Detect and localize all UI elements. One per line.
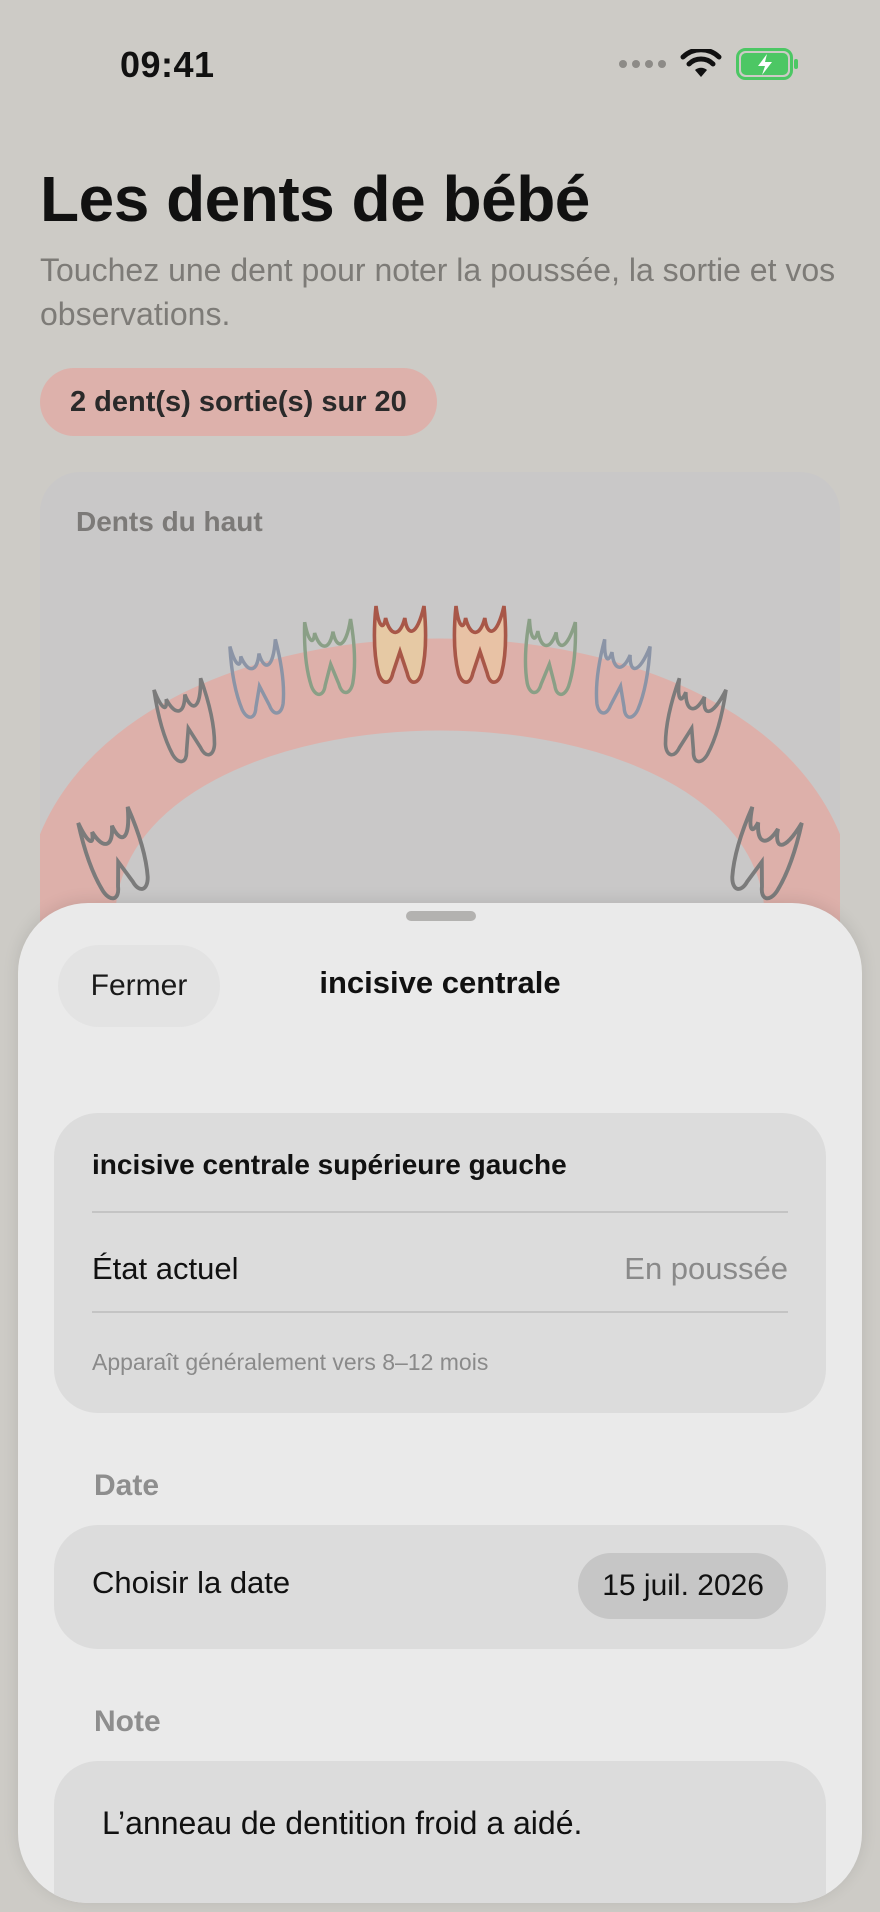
date-row: Choisir la date 15 juil. 2026 [54,1525,826,1649]
close-button[interactable]: Fermer [58,945,220,1027]
eruption-hint: Apparaît généralement vers 8–12 mois [92,1349,489,1375]
state-picker[interactable]: En poussée [624,1251,788,1287]
divider [92,1211,788,1213]
date-section-header: Date [94,1469,160,1502]
note-section-header: Note [94,1705,161,1738]
page-subtitle: Touchez une dent pour noter la poussée, … [40,252,836,332]
date-picker-button[interactable]: 15 juil. 2026 [578,1553,788,1619]
sheet-grabber[interactable] [406,911,476,921]
erupted-count-badge: 2 dent(s) sortie(s) sur 20 [40,368,437,436]
page-title: Les dents de bébé [40,163,590,235]
date-label: Choisir la date [92,1565,291,1600]
divider [92,1311,788,1313]
tooth-full-name: incisive centrale supérieure gauche [92,1149,567,1180]
gum-arch [40,638,840,948]
note-field[interactable]: L’anneau de dentition froid a aidé. [54,1761,826,1903]
state-label: État actuel [92,1251,239,1286]
note-text: L’anneau de dentition froid a aidé. [102,1805,583,1841]
tooth-info-card: incisive centrale supérieure gauche État… [54,1113,826,1413]
tooth-detail-sheet: Fermer incisive centrale incisive centra… [18,903,862,1903]
